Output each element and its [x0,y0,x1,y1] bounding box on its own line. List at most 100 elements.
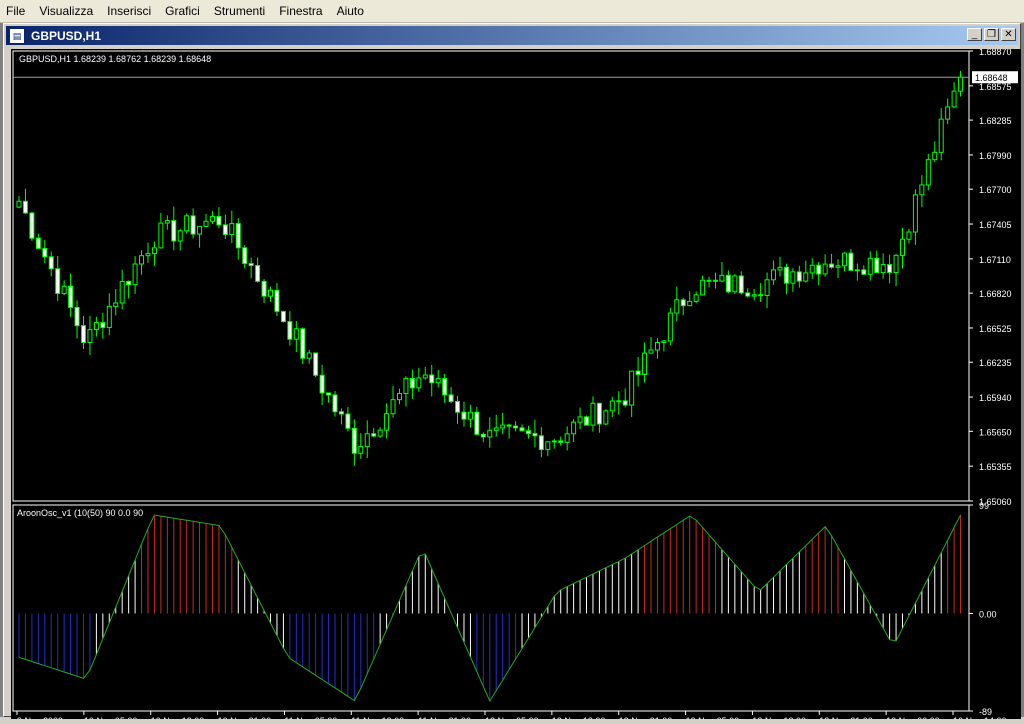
close-button[interactable]: ✕ [1001,28,1016,41]
candle-body [467,411,473,420]
menu-strumenti[interactable]: Strumenti [208,1,273,21]
candle-body [642,352,648,375]
minimize-button[interactable]: _ [967,28,982,41]
candle-body [771,269,777,281]
candle-body [603,410,609,425]
candle-body [841,252,847,267]
time-tick-label: 10 Nov 13:00 [151,716,205,719]
candle-body [364,433,370,448]
candle-body [893,254,899,273]
candle-body [203,220,209,227]
price-tick-label: 1.65650 [979,427,1012,437]
candle-body [35,237,41,249]
candle-body [177,230,183,242]
chart-svg[interactable]: 1.68870 1.68575 1.68285 1.67990 1.67700 1.674… [11,47,1021,724]
candle-body [758,294,764,297]
candle-body [745,292,751,297]
candle-body [435,378,441,384]
candle-body [764,279,770,296]
indicator-tick-label: 99 [979,501,989,511]
time-tick-label: 11 Nov 21:00 [418,716,471,719]
candle-body [519,427,525,432]
candle-body [751,294,757,297]
candle-body [274,289,280,312]
candle-body [848,252,854,271]
candle-body [938,118,944,153]
candle-body [55,268,61,294]
candle-body [783,266,789,284]
candle-body [22,200,28,214]
indicator-label: AroonOsc_v1 (10(50) 90 0.0 90 [17,508,143,518]
chart-window[interactable]: ▤ GBPUSD,H1 _ ❐ ✕ 1.68870 1.68575 1.68285 1… [3,23,1021,724]
candle-body [235,223,241,249]
candle-body [596,402,602,425]
candle-body [197,225,203,235]
candle-body [809,264,815,274]
candle-body [74,306,80,327]
candle-body [796,271,802,282]
candle-body [80,325,86,344]
candle-body [158,222,164,249]
candle-body [87,329,93,344]
time-tick-label: 12 Nov 21:00 [619,716,673,719]
candle-body [900,238,906,256]
candle-body [164,220,170,224]
time-tick-label: 16 Nov 06:00 [886,716,940,719]
menu-aiuto[interactable]: Aiuto [331,1,372,21]
restore-button[interactable]: ❐ [984,28,999,41]
candle-body [351,427,357,454]
indicator-tick-label: 0.00 [979,609,997,619]
candle-body [590,402,596,426]
menu-inserisci[interactable]: Inserisci [101,1,159,21]
price-tick-label: 1.67700 [979,185,1012,195]
candle-body [674,299,680,314]
candle-body [564,433,570,443]
chart-window-titlebar[interactable]: ▤ GBPUSD,H1 _ ❐ ✕ [6,26,1018,45]
menu-file[interactable]: File [0,1,33,21]
candle-body [242,247,248,265]
candle-body [403,377,409,395]
candle-body [732,275,738,293]
candle-body [816,264,822,275]
candle-body [119,280,125,304]
candle-body [229,223,235,236]
candle-body [609,400,615,412]
price-tick-label: 1.67405 [979,220,1012,230]
candle-body [932,151,938,161]
candle-body [835,265,841,268]
candle-body [635,370,641,375]
candle-body [667,312,673,342]
candle-body [416,377,422,389]
candle-body [680,299,686,307]
time-tick-label: 10 Nov 21:00 [218,716,272,719]
candle-body [429,374,435,384]
candle-body [487,429,493,438]
candle-body [313,352,319,376]
candle-body [912,194,918,233]
candle-body [513,425,519,429]
candle-body [184,215,190,232]
candle-body [409,377,415,389]
candle-body [326,392,332,396]
menu-visualizza[interactable]: Visualizza [33,1,101,21]
time-tick-label: 10 Nov 05:00 [84,716,138,719]
candle-body [461,411,467,420]
candle-body [222,224,228,236]
candle-body [306,352,312,359]
current-price-label: 1.68648 [975,73,1008,83]
candle-body [371,433,377,437]
time-tick-label: 11 Nov 13:00 [351,716,404,719]
menu-grafici[interactable]: Grafici [159,1,208,21]
candle-body [887,264,893,273]
price-tick-label: 1.68870 [979,49,1012,57]
menu-finestra[interactable]: Finestra [273,1,330,21]
candle-body [777,266,783,271]
candle-body [345,413,351,429]
chart-area[interactable]: 1.68870 1.68575 1.68285 1.67990 1.67700 1.674… [11,47,1021,724]
candle-body [190,215,196,235]
candle-body [571,421,577,435]
candle-body [861,269,867,275]
candle-body [255,265,261,282]
price-tick-label: 1.66235 [979,358,1012,368]
candle-body [293,328,299,340]
